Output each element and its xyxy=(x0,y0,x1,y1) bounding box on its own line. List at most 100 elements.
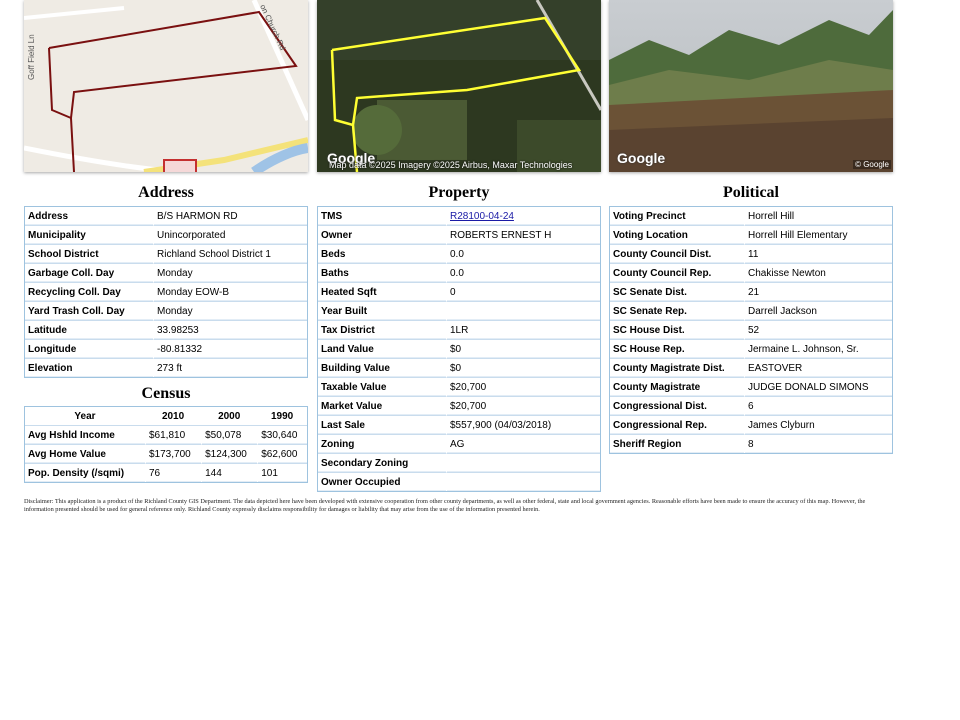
voting-location-value: Horrell Hill Elementary xyxy=(744,226,892,245)
census-density-1990: 101 xyxy=(257,464,307,482)
table-row: Garbage Coll. Day Monday xyxy=(25,264,307,283)
political-section-title: Political xyxy=(723,184,779,201)
address-section-title: Address xyxy=(138,184,194,201)
table-row: County Council Dist. 11 xyxy=(610,245,892,264)
table-row: County Magistrate Dist. EASTOVER xyxy=(610,359,892,378)
recycling-day-value: Monday EOW-B xyxy=(153,283,307,302)
census-density-2000: 144 xyxy=(201,464,257,482)
census-income-2000: $50,078 xyxy=(201,426,258,445)
census-income-2010: $61,810 xyxy=(145,426,202,445)
land-value-value: $0 xyxy=(446,340,600,359)
table-row: Longitude -80.81332 xyxy=(25,340,307,359)
school-district-label: School District xyxy=(25,245,153,264)
congressional-rep-label: Congressional Rep. xyxy=(610,416,744,435)
senate-rep-label: SC Senate Rep. xyxy=(610,302,744,321)
table-row: Tax District 1LR xyxy=(318,321,600,340)
table-row: County Magistrate JUDGE DONALD SIMONS xyxy=(610,378,892,397)
owner-label: Owner xyxy=(318,226,446,245)
census-home-value-2000: $124,300 xyxy=(201,445,258,464)
table-row: Year Built xyxy=(318,302,600,321)
owner-value: ROBERTS ERNEST H xyxy=(446,226,600,245)
table-row: Last Sale $557,900 (04/03/2018) xyxy=(318,416,600,435)
table-row: Congressional Dist. 6 xyxy=(610,397,892,416)
longitude-value: -80.81332 xyxy=(153,340,307,359)
table-row: School District Richland School District … xyxy=(25,245,307,264)
property-table: TMS R28100-04-24 Owner ROBERTS ERNEST H Be… xyxy=(317,206,601,492)
table-row: SC Senate Dist. 21 xyxy=(610,283,892,302)
sheriff-region-value: 8 xyxy=(744,435,892,453)
page-margin-left xyxy=(0,0,8,720)
census-section-title: Census xyxy=(141,385,191,402)
congressional-dist-label: Congressional Dist. xyxy=(610,397,744,416)
year-built-value xyxy=(446,302,600,321)
baths-value: 0.0 xyxy=(446,264,600,283)
house-rep-value: Jermaine L. Johnson, Sr. xyxy=(744,340,892,359)
table-row: County Council Rep. Chakisse Newton xyxy=(610,264,892,283)
tms-link[interactable]: R28100-04-24 xyxy=(450,211,514,222)
table-row: Recycling Coll. Day Monday EOW-B xyxy=(25,283,307,302)
table-row: Pop. Density (/sqmi) 76 144 101 xyxy=(25,464,307,482)
market-value-value: $20,700 xyxy=(446,397,600,416)
table-row: Avg Hshld Income $61,810 $50,078 $30,640 xyxy=(25,426,307,445)
aerial-graphic xyxy=(317,0,601,172)
street-view-image: Google © Google xyxy=(609,0,893,172)
senate-dist-label: SC Senate Dist. xyxy=(610,283,744,302)
house-dist-label: SC House Dist. xyxy=(610,321,744,340)
tax-district-label: Tax District xyxy=(318,321,446,340)
owner-occupied-value xyxy=(446,473,600,491)
table-row: SC House Dist. 52 xyxy=(610,321,892,340)
census-home-value-label: Avg Home Value xyxy=(25,445,145,464)
table-row: Beds 0.0 xyxy=(318,245,600,264)
zoning-label: Zoning xyxy=(318,435,446,454)
yard-trash-day-label: Yard Trash Coll. Day xyxy=(25,302,153,321)
taxable-value-value: $20,700 xyxy=(446,378,600,397)
table-row: Heated Sqft 0 xyxy=(318,283,600,302)
table-row: Latitude 33.98253 xyxy=(25,321,307,340)
tax-district-value: 1LR xyxy=(446,321,600,340)
address-table: Address B/S HARMON RD Municipality Unincor… xyxy=(24,206,308,378)
table-row: Address B/S HARMON RD xyxy=(25,207,307,226)
magistrate-label: County Magistrate xyxy=(610,378,744,397)
table-row: Congressional Rep. James Clyburn xyxy=(610,416,892,435)
owner-occupied-label: Owner Occupied xyxy=(318,473,446,491)
table-row: Avg Home Value $173,700 $124,300 $62,600 xyxy=(25,445,307,464)
table-row: TMS R28100-04-24 xyxy=(318,207,600,226)
magistrate-dist-label: County Magistrate Dist. xyxy=(610,359,744,378)
census-header-row: Year 2010 2000 1990 xyxy=(25,407,307,426)
table-row: Voting Location Horrell Hill Elementary xyxy=(610,226,892,245)
house-rep-label: SC House Rep. xyxy=(610,340,744,359)
table-row: Land Value $0 xyxy=(318,340,600,359)
census-header-2000: 2000 xyxy=(201,407,258,426)
secondary-zoning-label: Secondary Zoning xyxy=(318,454,446,473)
table-row: Zoning AG xyxy=(318,435,600,454)
census-header-year: Year xyxy=(25,407,145,426)
census-table: Year 2010 2000 1990 Avg Hshld Income $61… xyxy=(24,406,308,483)
street-map-image: Goff Field Ln on Church Rd xyxy=(24,0,308,172)
last-sale-value: $557,900 (04/03/2018) xyxy=(446,416,600,435)
google-logo-street: Google xyxy=(617,150,666,166)
table-row: SC Senate Rep. Darrell Jackson xyxy=(610,302,892,321)
aerial-attribution: Map data ©2025 Imagery ©2025 Airbus, Max… xyxy=(329,160,573,170)
heated-sqft-label: Heated Sqft xyxy=(318,283,446,302)
land-value-label: Land Value xyxy=(318,340,446,359)
political-table: Voting Precinct Horrell Hill Voting Locat… xyxy=(609,206,893,454)
aerial-image: Google Map data ©2025 Imagery ©2025 Airb… xyxy=(317,0,601,172)
street-view-copyright: © Google xyxy=(853,160,891,169)
address-label: Address xyxy=(25,207,153,226)
municipality-label: Municipality xyxy=(25,226,153,245)
garbage-day-value: Monday xyxy=(153,264,307,283)
census-home-value-2010: $173,700 xyxy=(145,445,202,464)
table-row: Market Value $20,700 xyxy=(318,397,600,416)
magistrate-value: JUDGE DONALD SIMONS xyxy=(744,378,892,397)
congressional-rep-value: James Clyburn xyxy=(744,416,892,435)
page-margin-right xyxy=(912,0,960,720)
census-density-label: Pop. Density (/sqmi) xyxy=(25,464,145,482)
council-rep-label: County Council Rep. xyxy=(610,264,744,283)
elevation-label: Elevation xyxy=(25,359,153,377)
disclaimer-text: Disclaimer: This application is a produc… xyxy=(24,498,866,513)
taxable-value-label: Taxable Value xyxy=(318,378,446,397)
table-row: Baths 0.0 xyxy=(318,264,600,283)
table-row: Yard Trash Coll. Day Monday xyxy=(25,302,307,321)
road-label-goff-field: Goff Field Ln xyxy=(27,34,36,80)
table-row: Sheriff Region 8 xyxy=(610,435,892,453)
